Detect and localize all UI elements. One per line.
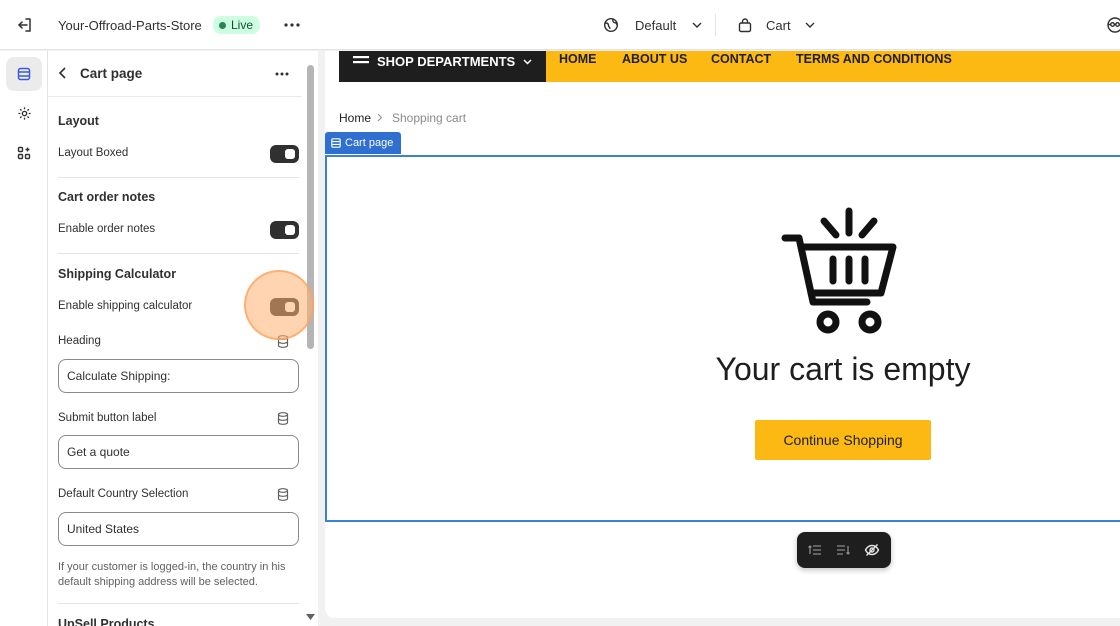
upsell-heading: UpSell Products — [58, 617, 155, 626]
live-status-badge: Live — [213, 16, 261, 34]
live-dot-icon — [219, 21, 226, 29]
heading-field-label: Heading — [58, 335, 101, 347]
layout-heading: Layout — [58, 114, 99, 128]
shipping-calculator-label: Enable shipping calculator — [58, 300, 193, 312]
chevron-down-icon — [805, 22, 815, 28]
order-notes-heading: Cart order notes — [58, 190, 156, 204]
heading-input[interactable]: Calculate Shipping: — [58, 359, 299, 393]
shipping-calculator-heading: Shipping Calculator — [58, 267, 177, 281]
shop-departments-menu[interactable]: SHOP DEPARTMENTS — [339, 51, 546, 82]
section-selection-outline[interactable] — [325, 155, 1120, 522]
move-down-icon[interactable] — [836, 544, 850, 556]
sections-icon[interactable] — [6, 57, 42, 91]
breadcrumb-home[interactable]: Home — [339, 111, 371, 125]
panel-header: Cart page — [48, 51, 304, 97]
exit-icon[interactable] — [16, 0, 34, 50]
back-chevron-icon[interactable] — [58, 67, 67, 79]
section-divider — [58, 603, 299, 604]
top-bar: Your-Offroad-Parts-Store Live Default Ca… — [0, 0, 1120, 50]
left-rail — [0, 51, 48, 626]
empty-cart-message: Your cart is empty — [715, 351, 971, 387]
scroll-down-icon[interactable] — [306, 614, 315, 620]
section-divider — [58, 253, 299, 254]
dynamic-source-icon[interactable] — [277, 488, 289, 501]
order-notes-label: Enable order notes — [58, 223, 156, 235]
section-floating-toolbar — [797, 532, 891, 568]
order-notes-toggle[interactable] — [270, 221, 299, 239]
section-tag-label: Cart page — [345, 137, 394, 149]
hide-eye-icon[interactable] — [864, 543, 880, 557]
store-nav-bar: SHOP DEPARTMENTS HOME ABOUT US CONTACT T… — [339, 51, 1120, 82]
chevron-down-icon — [692, 22, 702, 28]
nav-link-about[interactable]: ABOUT US — [622, 51, 687, 67]
dynamic-source-icon[interactable] — [277, 412, 289, 425]
nav-link-terms[interactable]: TERMS AND CONDITIONS — [796, 51, 952, 67]
layout-boxed-toggle[interactable] — [270, 145, 299, 163]
click-highlight — [244, 270, 314, 340]
breadcrumb-current: Shopping cart — [392, 111, 467, 125]
nav-link-contact[interactable]: CONTACT — [711, 51, 771, 67]
shopping-cart-icon — [781, 207, 897, 334]
nav-link-home[interactable]: HOME — [559, 51, 597, 67]
shop-departments-label: SHOP DEPARTMENTS — [377, 54, 516, 69]
section-divider — [58, 177, 299, 178]
apps-icon[interactable] — [6, 136, 42, 170]
country-help-text: If your customer is logged-in, the count… — [58, 561, 286, 588]
theme-selector[interactable]: Default — [603, 0, 702, 50]
country-input[interactable]: United States — [58, 512, 299, 546]
globe-icon — [603, 17, 619, 33]
live-status-text: Live — [231, 18, 254, 32]
section-selection-tag[interactable]: Cart page — [325, 132, 402, 154]
layout-boxed-label: Layout Boxed — [58, 147, 129, 159]
bag-icon — [738, 17, 752, 32]
country-field-label: Default Country Selection — [58, 488, 189, 500]
panel-title: Cart page — [80, 66, 143, 81]
more-actions-icon[interactable] — [284, 0, 300, 50]
page-selector-label: Cart — [766, 17, 791, 33]
user-avatar-icon[interactable] — [1106, 0, 1120, 50]
continue-shopping-button[interactable]: Continue Shopping — [755, 420, 931, 460]
submit-label-field-label: Submit button label — [58, 412, 157, 424]
store-name: Your-Offroad-Parts-Store — [58, 17, 202, 33]
submit-label-input[interactable]: Get a quote — [58, 435, 299, 469]
preview-canvas: SHOP DEPARTMENTS HOME ABOUT US CONTACT T… — [325, 51, 1120, 618]
panel-more-icon[interactable] — [275, 72, 289, 76]
chevron-down-icon — [523, 58, 532, 65]
topbar-divider — [715, 14, 716, 36]
breadcrumb-chevron-icon — [377, 113, 383, 122]
move-up-icon[interactable] — [808, 544, 822, 556]
page-selector[interactable]: Cart — [738, 0, 815, 50]
panel-scrollbar[interactable] — [302, 51, 318, 626]
hamburger-icon — [353, 55, 369, 63]
theme-selector-label: Default — [635, 17, 677, 33]
settings-gear-icon[interactable] — [6, 96, 42, 130]
section-icon — [331, 138, 341, 148]
